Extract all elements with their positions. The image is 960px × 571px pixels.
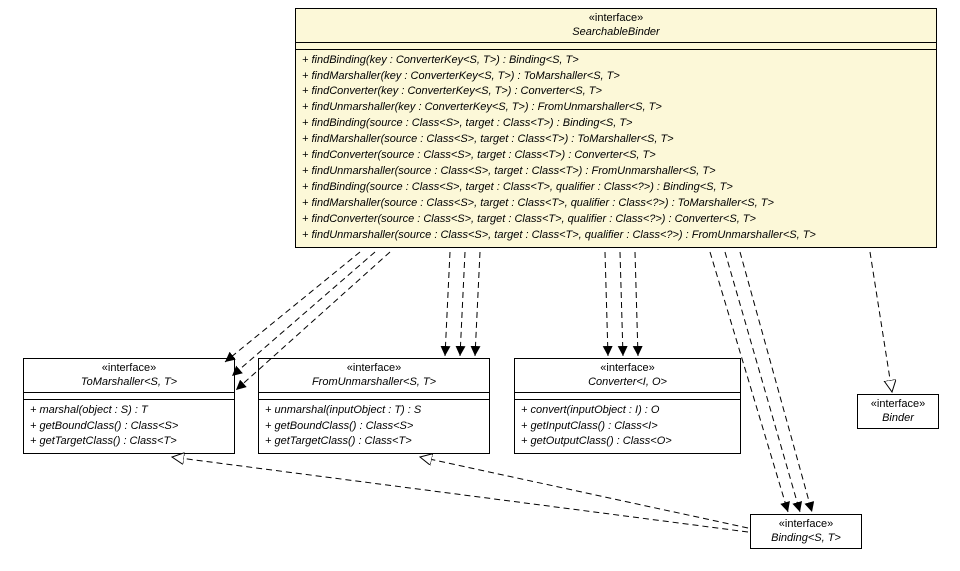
stereotype: «interface» [28,361,230,375]
method: + findConverter(source : Class<S>, targe… [302,212,930,228]
methods-section: + convert(inputObject : I) : O + getInpu… [515,400,740,454]
stereotype: «interface» [519,361,736,375]
method: + findUnmarshaller(key : ConverterKey<S,… [302,100,930,116]
attributes-section [259,393,489,400]
method: + convert(inputObject : I) : O [521,403,734,419]
methods-section: + marshal(object : S) : T + getBoundClas… [24,400,234,454]
attributes-section [515,393,740,400]
method: + findMarshaller(source : Class<S>, targ… [302,196,930,212]
class-name: FromUnmarshaller<S, T> [263,375,485,389]
method: + getTargetClass() : Class<T> [265,434,483,450]
method: + findMarshaller(source : Class<S>, targ… [302,132,930,148]
class-binder[interactable]: «interface» Binder [857,394,939,429]
method: + findConverter(key : ConverterKey<S, T>… [302,84,930,100]
method: + findUnmarshaller(source : Class<S>, ta… [302,164,930,180]
method: + getOutputClass() : Class<O> [521,434,734,450]
attributes-section [24,393,234,400]
class-name: Binding<S, T> [755,531,857,545]
class-name: Binder [862,411,934,425]
class-header: «interface» ToMarshaller<S, T> [24,359,234,393]
class-searchable-binder[interactable]: «interface» SearchableBinder + findBindi… [295,8,937,248]
class-header: «interface» SearchableBinder [296,9,936,43]
methods-section: + unmarshal(inputObject : T) : S + getBo… [259,400,489,454]
methods-section: + findBinding(key : ConverterKey<S, T>) … [296,50,936,247]
stereotype: «interface» [263,361,485,375]
method: + getBoundClass() : Class<S> [30,419,228,435]
class-from-unmarshaller[interactable]: «interface» FromUnmarshaller<S, T> + unm… [258,358,490,454]
class-header: «interface» Binder [858,395,938,428]
method: + findBinding(key : ConverterKey<S, T>) … [302,53,930,69]
class-header: «interface» FromUnmarshaller<S, T> [259,359,489,393]
class-to-marshaller[interactable]: «interface» ToMarshaller<S, T> + marshal… [23,358,235,454]
method: + getBoundClass() : Class<S> [265,419,483,435]
class-binding[interactable]: «interface» Binding<S, T> [750,514,862,549]
method: + findBinding(source : Class<S>, target … [302,180,930,196]
stereotype: «interface» [300,11,932,25]
method: + findMarshaller(key : ConverterKey<S, T… [302,69,930,85]
method: + getInputClass() : Class<I> [521,419,734,435]
class-name: Converter<I, O> [519,375,736,389]
class-name: ToMarshaller<S, T> [28,375,230,389]
stereotype: «interface» [755,517,857,531]
method: + findConverter(source : Class<S>, targe… [302,148,930,164]
method: + getTargetClass() : Class<T> [30,434,228,450]
class-header: «interface» Converter<I, O> [515,359,740,393]
method: + findUnmarshaller(source : Class<S>, ta… [302,228,930,244]
stereotype: «interface» [862,397,934,411]
attributes-section [296,43,936,50]
method: + marshal(object : S) : T [30,403,228,419]
method: + unmarshal(inputObject : T) : S [265,403,483,419]
class-header: «interface» Binding<S, T> [751,515,861,548]
class-name: SearchableBinder [300,25,932,39]
class-converter[interactable]: «interface» Converter<I, O> + convert(in… [514,358,741,454]
method: + findBinding(source : Class<S>, target … [302,116,930,132]
